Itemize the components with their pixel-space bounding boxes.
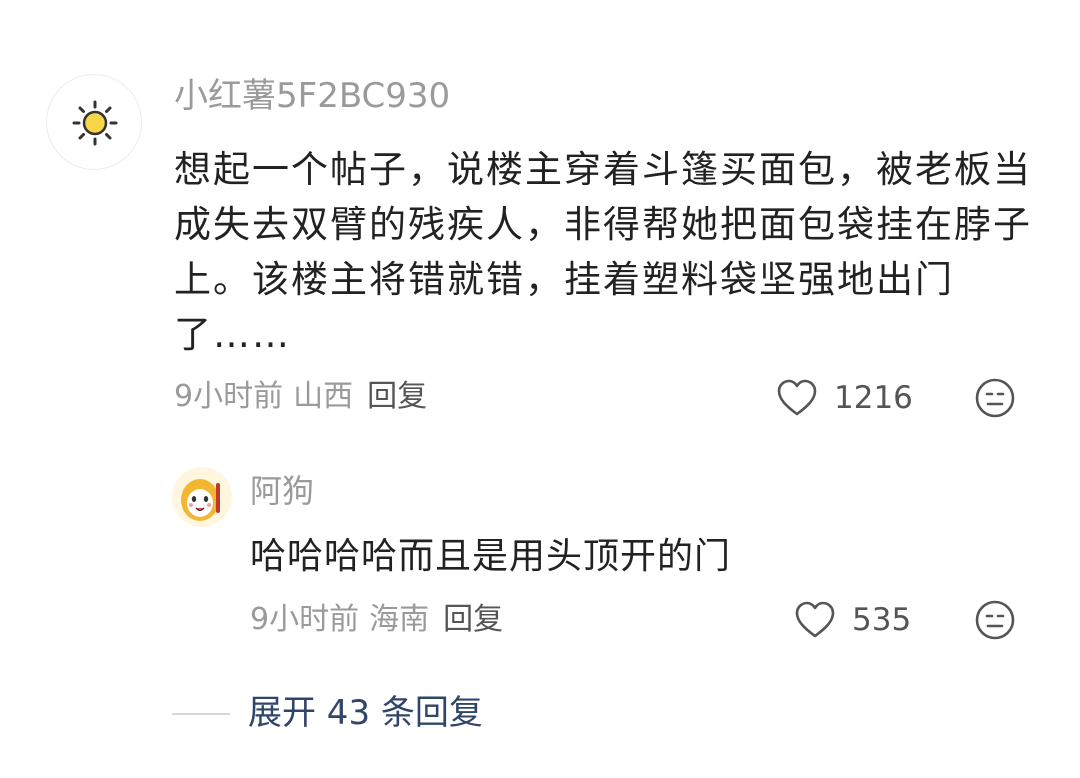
comment-thread: 小红薯5F2BC930 想起一个帖子，说楼主穿着斗篷买面包，被老板当成失去双臂的…: [0, 0, 1080, 778]
reply-username[interactable]: 阿狗: [250, 470, 314, 512]
reply-time: 9小时前: [250, 602, 360, 637]
expand-divider: [172, 713, 230, 715]
comment-time: 9小时前: [174, 379, 284, 414]
reply-like-button[interactable]: 535: [794, 600, 911, 640]
sun-icon: [72, 100, 118, 146]
comment-meta: 9小时前 山西 回复: [174, 375, 427, 419]
user-avatar[interactable]: [46, 74, 142, 170]
like-button[interactable]: 1216: [776, 378, 913, 418]
heart-outline-icon: [795, 601, 835, 638]
heart-outline-icon: [777, 379, 817, 416]
comment-location: 山西: [293, 379, 354, 414]
reply-dislike-button[interactable]: [974, 599, 1016, 641]
comment-text: 想起一个帖子，说楼主穿着斗篷买面包，被老板当成失去双臂的残疾人，非得帮她把面包袋…: [174, 148, 1032, 356]
meh-face-icon: [975, 378, 1015, 418]
reply-text: 哈哈哈哈而且是用头顶开的门: [250, 536, 732, 577]
like-count: 1216: [834, 380, 913, 416]
expand-replies-button[interactable]: 展开 43 条回复: [248, 690, 483, 736]
comment-username[interactable]: 小红薯5F2BC930: [174, 74, 450, 118]
reply-reply-button[interactable]: 回复: [443, 602, 503, 637]
cartoon-dog-avatar: [172, 467, 232, 527]
reply-like-count: 535: [852, 602, 912, 638]
meh-face-icon: [975, 600, 1015, 640]
reply-user-avatar[interactable]: [172, 467, 232, 527]
reply-button[interactable]: 回复: [367, 379, 427, 414]
reply-location: 海南: [369, 602, 430, 637]
dislike-button[interactable]: [974, 377, 1016, 419]
reply-meta: 9小时前 海南 回复: [250, 598, 503, 642]
